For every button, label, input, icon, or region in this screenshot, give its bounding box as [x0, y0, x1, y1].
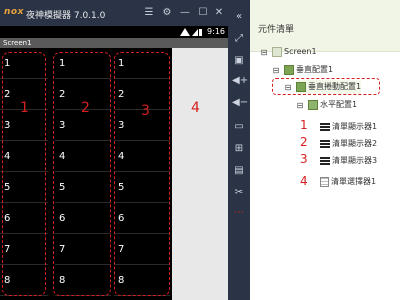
list-view-icon — [320, 139, 330, 148]
fullscreen-icon[interactable]: ⤢ — [232, 32, 246, 46]
screen-icon — [272, 46, 282, 57]
list-picker-area[interactable]: 4 — [172, 48, 228, 300]
app-screen: 1 2 3 4 5 6 7 8 1 2 3 4 5 6 7 8 1 2 3 4 … — [0, 48, 172, 300]
emulator-window: nox 夜神模擬器 7.0.1.0 ☰ ⚙ — ☐ ✕ 9:16 Screen1… — [0, 0, 228, 300]
tree-item-listview-2[interactable]: 清單顯示器2 — [320, 137, 377, 151]
android-statusbar: 9:16 — [0, 26, 228, 38]
nox-logo: nox — [4, 7, 24, 17]
shake-icon[interactable]: ▤ — [232, 164, 246, 178]
wifi-battery-icons — [180, 28, 202, 36]
tree-item-horizontal-arrangement[interactable]: 水平配置1 — [308, 98, 357, 112]
tree-item-vertical-arrangement[interactable]: 垂直配置1 — [284, 63, 333, 77]
collapse-toggle[interactable]: ⊟ — [296, 101, 304, 110]
minimize-icon[interactable]: — — [178, 6, 192, 20]
screenshot-icon[interactable]: ▣ — [232, 54, 246, 68]
tree-item-listview-1[interactable]: 清單顯示器1 — [320, 120, 377, 134]
collapse-toggle[interactable]: ⊟ — [272, 66, 280, 75]
app-titlebar: Screen1 — [0, 38, 228, 48]
tree-item-listpicker[interactable]: 清單選擇器1 — [320, 175, 376, 189]
scissors-icon[interactable]: ✂ — [232, 186, 246, 200]
collapse-icon[interactable]: « — [232, 10, 246, 24]
annotation-outline-1 — [2, 52, 46, 296]
annotation-outline-3 — [114, 52, 170, 296]
annotation-number-2: 2 — [300, 135, 308, 149]
emulator-title: 夜神模擬器 7.0.1.0 — [26, 11, 106, 21]
collapse-toggle[interactable]: ⊟ — [260, 48, 268, 57]
annotation-number-3: 3 — [141, 103, 150, 119]
annotation-outline-2 — [53, 52, 111, 296]
emulator-side-toolbar: « ⤢ ▣ ◀+ ◀− ▭ ⊞ ▤ ✂ ⋯ — [228, 0, 250, 300]
vertical-arrangement-icon — [284, 64, 294, 75]
annotation-number-4: 4 — [300, 174, 308, 188]
list-picker-icon — [320, 176, 329, 187]
list-view-icon — [320, 122, 330, 131]
display-icon[interactable]: ▭ — [232, 120, 246, 134]
menu-icon[interactable]: ☰ — [142, 6, 156, 20]
volume-up-icon[interactable]: ◀+ — [232, 74, 248, 88]
volume-down-icon[interactable]: ◀− — [232, 96, 248, 110]
annotation-selected-outline — [272, 78, 380, 95]
maximize-icon[interactable]: ☐ — [196, 6, 210, 20]
more-icon[interactable]: ⋯ — [232, 206, 246, 220]
emulator-titlebar: nox 夜神模擬器 7.0.1.0 ☰ ⚙ — ☐ ✕ — [0, 0, 228, 26]
annotation-number-3: 3 — [300, 152, 308, 166]
annotation-number-1: 1 — [300, 118, 308, 132]
list-view-icon — [320, 156, 330, 165]
components-panel: 元件清單 ⊟ Screen1 ⊟ 垂直配置1 ⊟ 垂直捲動配置1 ⊟ 水平配置1… — [250, 0, 400, 300]
tree-item-screen[interactable]: Screen1 — [272, 45, 317, 59]
app-title: Screen1 — [3, 39, 32, 47]
panel-title: 元件清單 — [258, 25, 295, 35]
tree-item-listview-3[interactable]: 清單顯示器3 — [320, 154, 377, 168]
status-time: 9:16 — [207, 27, 225, 36]
settings-icon[interactable]: ⚙ — [160, 6, 174, 20]
annotation-number-1: 1 — [20, 100, 29, 116]
annotation-number-4: 4 — [191, 100, 200, 116]
apk-install-icon[interactable]: ⊞ — [232, 142, 246, 156]
horizontal-arrangement-icon — [308, 99, 318, 110]
annotation-number-2: 2 — [81, 100, 90, 116]
close-icon[interactable]: ✕ — [212, 6, 226, 20]
